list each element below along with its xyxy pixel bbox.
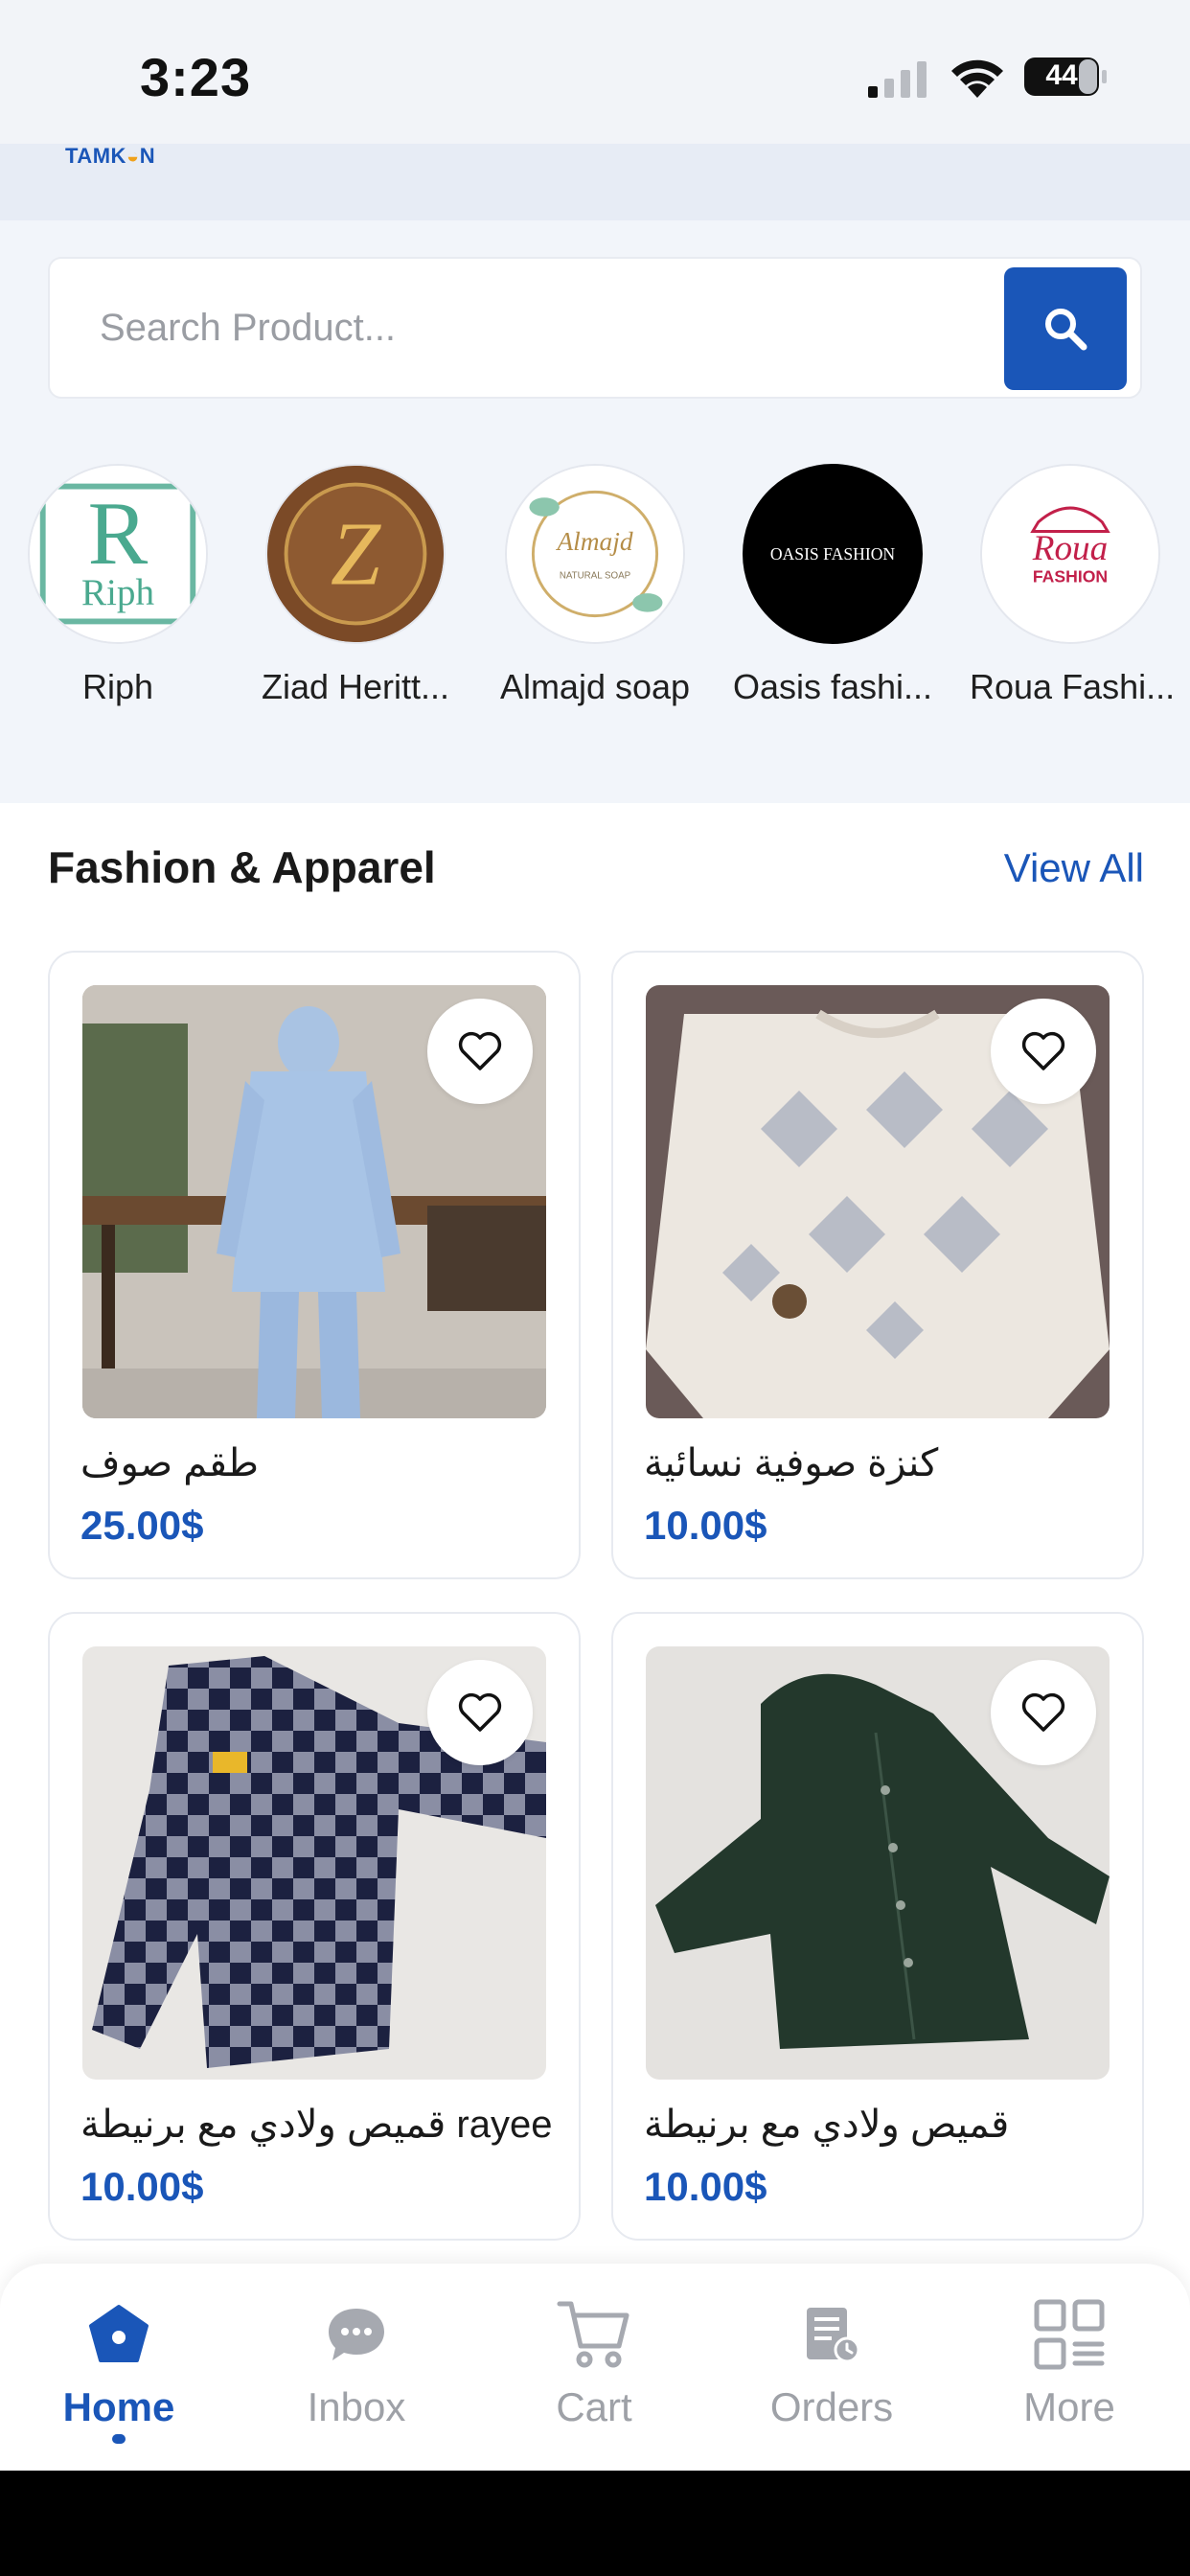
store-name: Almajd soap (499, 667, 691, 706)
orders-receipt-icon (807, 2308, 860, 2363)
svg-text:Almajd: Almajd (555, 527, 632, 556)
store-logo-oasis: OASIS FASHION (743, 464, 923, 644)
store-roua-fashion[interactable]: Roua FASHION Roua Fashi... (970, 464, 1176, 707)
cellular-signal-icon (868, 61, 927, 98)
status-time: 3:23 (140, 47, 252, 107)
header-strip (0, 144, 1190, 220)
nav-label: More (1023, 2384, 1115, 2429)
store-riph[interactable]: R Riph Riph (17, 464, 218, 707)
nav-more[interactable]: More (954, 2296, 1184, 2430)
product-price: 25.00$ (80, 1503, 204, 1548)
favorite-button[interactable] (427, 999, 533, 1104)
store-logo-roua: Roua FASHION (980, 464, 1160, 644)
svg-text:R: R (88, 484, 149, 584)
product-price: 10.00$ (644, 1503, 767, 1548)
product-price: 10.00$ (644, 2164, 767, 2209)
active-indicator (112, 2434, 126, 2444)
store-logo-ziad: Z (265, 464, 446, 644)
product-name: كنزة صوفية نسائية (644, 1442, 939, 1484)
search-button[interactable] (1004, 267, 1127, 390)
store-almajd-soap[interactable]: Almajd NATURAL SOAP Almajd soap (494, 464, 696, 707)
store-oasis-fashion[interactable]: OASIS FASHION Oasis fashi... (732, 464, 933, 707)
svg-text:Z: Z (331, 504, 382, 604)
nav-inbox[interactable]: Inbox (241, 2296, 471, 2430)
favorite-button[interactable] (991, 999, 1096, 1104)
svg-text:FASHION: FASHION (1033, 566, 1108, 586)
heart-icon (1021, 1031, 1065, 1070)
heart-icon (458, 1692, 502, 1732)
nav-label: Home (62, 2384, 175, 2429)
product-price: 10.00$ (80, 2164, 204, 2209)
product-name: قميص ولادي مع برنيطة rayee (80, 2104, 552, 2146)
store-logo-riph: R Riph (28, 464, 208, 644)
home-icon (89, 2305, 149, 2362)
nav-orders[interactable]: Orders (717, 2296, 947, 2430)
grid-menu-icon (1034, 2299, 1105, 2370)
search-bar (48, 257, 1142, 399)
chat-bubble-icon (329, 2309, 384, 2360)
view-all-link[interactable]: View All (1004, 845, 1144, 891)
home-indicator-area (0, 2471, 1190, 2576)
store-name: Roua Fashi... (970, 667, 1176, 706)
favorite-button[interactable] (427, 1660, 533, 1765)
battery-icon: 44 (1023, 56, 1110, 98)
brand-logo-mark-icon: ◒ (126, 144, 140, 168)
product-card[interactable]: قميص ولادي مع برنيطة 10.00$ (611, 1612, 1144, 2241)
search-icon (1045, 309, 1087, 351)
svg-text:Riph: Riph (81, 572, 155, 613)
brand-logo-text-a: TAMK (65, 144, 126, 168)
section-title: Fashion & Apparel (48, 842, 436, 892)
store-logo-almajd: Almajd NATURAL SOAP (505, 464, 685, 644)
favorite-button[interactable] (991, 1660, 1096, 1765)
nav-label: Orders (769, 2384, 894, 2429)
product-card[interactable]: كنزة صوفية نسائية 10.00$ (611, 951, 1144, 1579)
product-name: طقم صوف (80, 1442, 259, 1484)
heart-icon (1021, 1692, 1065, 1732)
status-bar: 3:23 44 (0, 0, 1190, 144)
wifi-icon (951, 59, 1003, 98)
store-name: Riph (81, 667, 154, 706)
brand-logo-text-b: N (139, 144, 156, 168)
search-input[interactable] (100, 259, 962, 397)
product-card[interactable]: قميص ولادي مع برنيطة rayee 10.00$ (48, 1612, 581, 2241)
svg-text:Roua: Roua (1032, 529, 1109, 568)
store-name: Ziad Heritt... (261, 667, 450, 706)
cart-icon (557, 2301, 629, 2368)
product-card[interactable]: طقم صوف 25.00$ (48, 951, 581, 1579)
nav-cart[interactable]: Cart (479, 2296, 709, 2430)
battery-level: 44 (1045, 59, 1078, 91)
nav-home[interactable]: Home (4, 2296, 234, 2444)
heart-icon (458, 1031, 502, 1070)
nav-label: Cart (556, 2384, 632, 2429)
product-name: قميص ولادي مع برنيطة (644, 2104, 1010, 2146)
brand-logo: TAMK◒N (65, 144, 155, 169)
store-ziad-heritage[interactable]: Z Ziad Heritt... (255, 464, 456, 707)
store-name: Oasis fashi... (732, 667, 933, 706)
svg-text:OASIS FASHION: OASIS FASHION (770, 544, 896, 564)
svg-text:NATURAL SOAP: NATURAL SOAP (560, 570, 630, 581)
nav-label: Inbox (307, 2384, 406, 2429)
